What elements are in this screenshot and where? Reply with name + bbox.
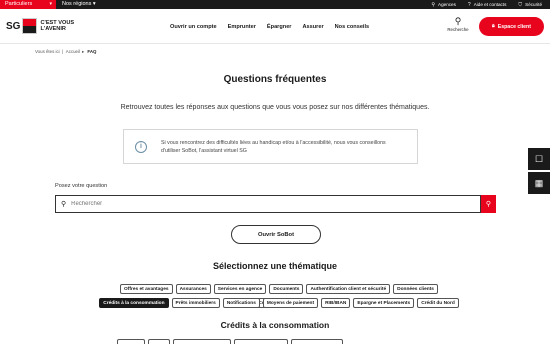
question-label: Posez votre question — [55, 183, 108, 189]
logo-tagline: C'EST VOUS L'AVENIR — [40, 20, 75, 32]
nav-item-epargner[interactable]: Épargner — [267, 24, 292, 30]
nav-item-nos-conseils[interactable]: Nos conseils — [335, 24, 370, 30]
sg-logo[interactable]: SG C'EST VOUS L'AVENIR — [6, 17, 74, 35]
theme-chip[interactable]: Assurances — [175, 284, 211, 294]
page-intro: Retrouvez toutes les réponses aux questi… — [120, 104, 430, 111]
segment-selector[interactable]: Particuliers ▾ — [0, 0, 56, 9]
search-icon: ⚲ — [485, 201, 492, 208]
subtopic-chips-cut — [117, 339, 343, 344]
theme-chip[interactable]: Moyens de paiement — [262, 298, 319, 308]
subtopic-chip[interactable] — [148, 339, 170, 344]
breadcrumb-current: FAQ — [87, 49, 97, 54]
chevron-down-icon: ▾ — [92, 1, 96, 7]
main-header: SG C'EST VOUS L'AVENIR Ouvrir un compte … — [0, 9, 550, 44]
theme-chip-active[interactable]: Crédits à la consommation — [99, 298, 169, 308]
nav-item-ouvrir-compte[interactable]: Ouvrir un compte — [170, 24, 217, 30]
calendar-side-button[interactable]: ▦ — [528, 172, 550, 194]
chat-icon: ☐ — [534, 153, 544, 164]
regions-selector[interactable]: Nos régions ▾ — [62, 0, 96, 9]
chevron-down-icon: ▾ — [49, 1, 52, 7]
segment-label: Particuliers — [5, 1, 33, 7]
search-icon: ⚲ — [454, 16, 462, 26]
theme-chip[interactable]: Epargne et Placements — [353, 298, 415, 308]
top-utility-bar: Particuliers ▾ Nos régions ▾ ⚲ Agences ? A… — [0, 0, 550, 9]
espace-client-button[interactable]: 🔒︎ Espace client — [479, 17, 544, 36]
subtopic-chip[interactable] — [234, 339, 288, 344]
subtopic-chip[interactable] — [117, 339, 145, 344]
info-icon: i — [135, 140, 147, 153]
page-title: Questions fréquentes — [223, 74, 327, 85]
theme-chip[interactable]: Notifications — [222, 298, 260, 308]
nav-item-assurer[interactable]: Assurer — [302, 24, 323, 30]
breadcrumb: Vous êtes ici | Accueil ▸ FAQ — [35, 49, 97, 54]
accessibility-info-box: i Si vous rencontrez des difficultés lié… — [123, 129, 418, 164]
subtopic-chip[interactable] — [291, 339, 343, 344]
main-nav: Ouvrir un compte Emprunter Épargner Assu… — [170, 9, 369, 44]
lock-icon: 🔒︎ — [492, 23, 495, 29]
sg-logo-mark — [22, 18, 38, 34]
search-icon: ⚲ — [61, 201, 67, 208]
question-search-field[interactable]: ⚲ — [55, 195, 481, 213]
theme-chip[interactable]: Prêts immobiliers — [171, 298, 220, 308]
securite-link[interactable]: ⛉ Sécurité — [518, 0, 542, 9]
breadcrumb-home[interactable]: Accueil — [66, 49, 80, 54]
theme-chips-row-2: Crédits à la consommation Prêts immobili… — [94, 298, 464, 308]
agences-link[interactable]: ⚲ Agences — [431, 0, 456, 9]
open-sobot-button[interactable]: Ouvrir SoBot — [231, 225, 321, 244]
chat-side-button[interactable]: ☐ — [528, 148, 550, 170]
theme-chip[interactable]: Données clients — [393, 284, 438, 294]
theme-chip[interactable]: Offres et avantages — [120, 284, 173, 294]
theme-chip[interactable]: Authentification client et sécurité — [306, 284, 391, 294]
calendar-icon: ▦ — [534, 177, 544, 188]
info-text: Si vous rencontrez des difficultés liées… — [161, 139, 386, 154]
regions-label: Nos régions — [62, 1, 92, 7]
subtopic-chip[interactable] — [173, 339, 231, 344]
header-search-button[interactable]: ⚲ Recherche — [443, 16, 473, 32]
theme-chip[interactable]: Services en agence — [213, 284, 267, 294]
theme-chip[interactable]: Documents — [269, 284, 304, 294]
search-input[interactable] — [71, 201, 452, 207]
search-submit-button[interactable]: ⚲ — [481, 195, 496, 213]
theme-chip[interactable]: Crédit du Nord — [417, 298, 459, 308]
theme-chip[interactable]: RIB/IBAN — [321, 298, 351, 308]
aide-link[interactable]: ? Aide et contacts — [468, 0, 506, 9]
nav-item-emprunter[interactable]: Emprunter — [228, 24, 256, 30]
theme-section-title: Sélectionnez une thématique — [212, 261, 338, 271]
section-title: Crédits à la consommation — [220, 320, 330, 330]
